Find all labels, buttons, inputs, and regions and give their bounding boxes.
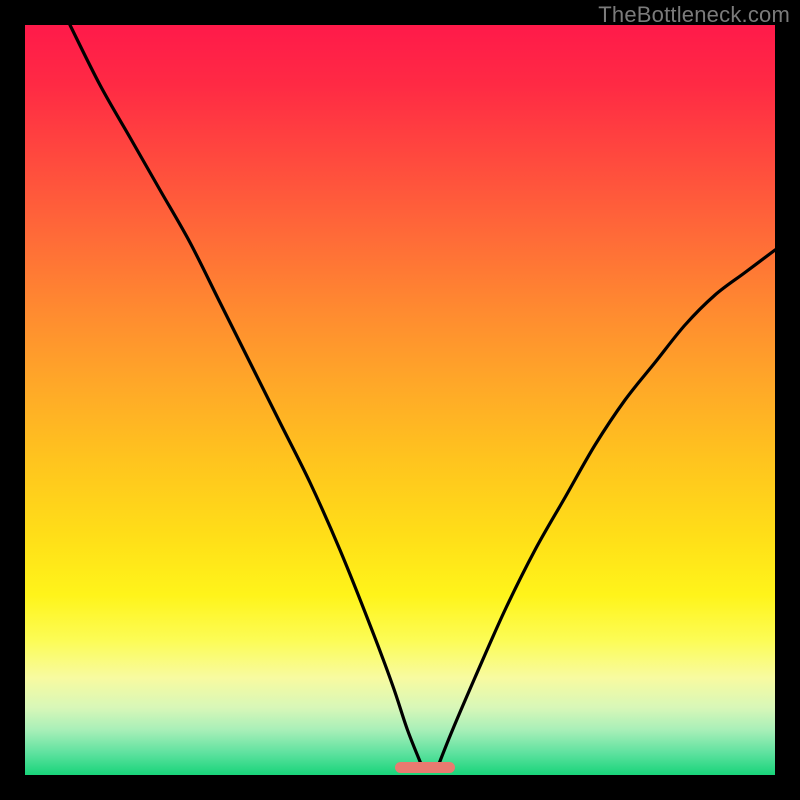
chart-stage: TheBottleneck.com	[0, 0, 800, 800]
curve-path-right	[438, 250, 776, 768]
curve-path-left	[70, 25, 423, 768]
watermark-text: TheBottleneck.com	[598, 2, 790, 28]
plot-area	[25, 25, 775, 775]
bottleneck-curve	[25, 25, 775, 775]
optimum-marker	[395, 762, 455, 773]
